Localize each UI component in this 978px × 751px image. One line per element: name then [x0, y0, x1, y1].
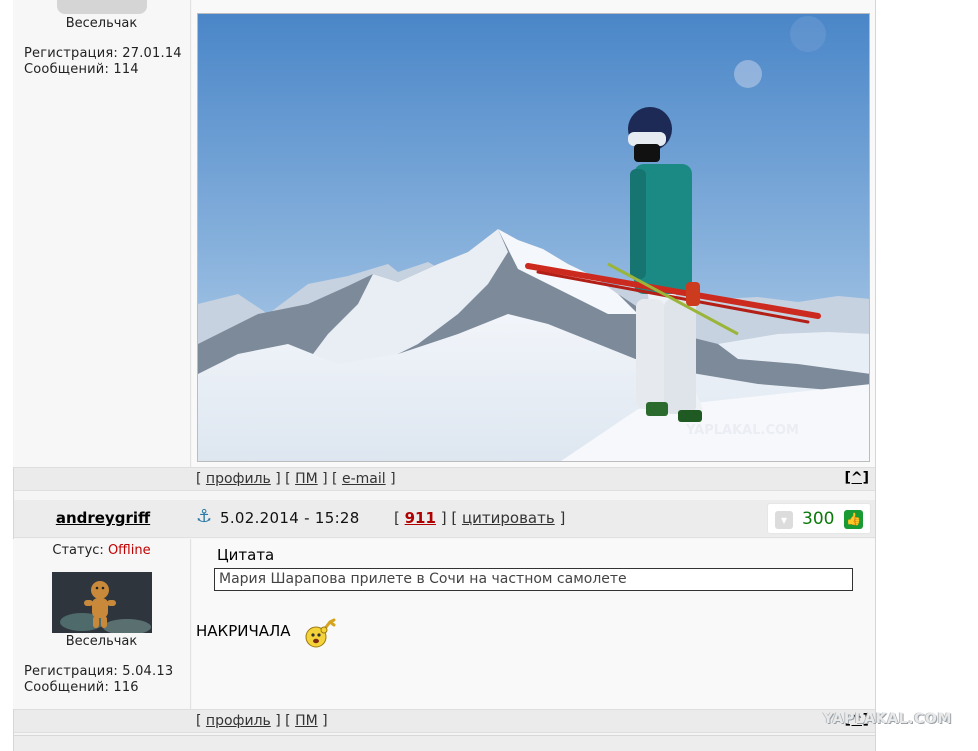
site-watermark: YAPLAKAL.COM — [823, 711, 952, 727]
avatar[interactable] — [51, 572, 152, 633]
status-label: Статус: — [52, 543, 108, 558]
smiley-icon — [303, 616, 339, 650]
next-post-edge — [14, 735, 875, 751]
author-name[interactable]: andreygriff — [14, 509, 192, 527]
post2-header: andreygriff ⚓ 5.02.2014 - 15:28 [ 911 ] … — [14, 500, 875, 538]
bracket: ] [ — [270, 713, 296, 729]
profile-link[interactable]: профиль — [206, 471, 271, 487]
post1-user-panel: Весельчак Регистрация: 27.01.14 Сообщени… — [13, 0, 191, 467]
status-offline: Offline — [107, 543, 151, 558]
post2-footer-links: [ профиль ] [ ПМ ] — [196, 713, 328, 729]
email-link[interactable]: e-mail — [342, 471, 386, 487]
post1-footer-links: [ профиль ] [ ПМ ] [ e-mail ] — [196, 471, 396, 487]
anchor-icon[interactable]: ⚓ — [196, 506, 212, 527]
post2-messages: Сообщений: 116 — [24, 680, 139, 695]
quote-box: Мария Шарапова прилете в Сочи на частном… — [214, 568, 853, 591]
quote-title: Цитата — [217, 546, 275, 564]
bracket: ] — [554, 509, 566, 527]
post-number-link[interactable]: 911 — [405, 509, 436, 527]
post-date: 5.02.2014 - 15:28 — [220, 509, 360, 527]
photo-watermark: YAPLAKAL.COM — [685, 423, 799, 438]
post1-stats: Регистрация: 27.01.14 Сообщений: 114 — [13, 46, 190, 78]
post1-rank: Весельчак — [65, 16, 138, 31]
post1-registration: Регистрация: 27.01.14 — [24, 46, 182, 61]
bracket: [ — [196, 471, 206, 487]
scroll-top-button[interactable]: [^] — [844, 470, 869, 486]
bracket: ] [ — [270, 471, 296, 487]
post1-messages: Сообщений: 114 — [24, 62, 139, 77]
post-actions: [ 911 ] [ цитировать ] — [394, 509, 565, 527]
post1-avatar-edge — [56, 0, 147, 14]
pm-link[interactable]: ПМ — [295, 471, 318, 487]
quote-link[interactable]: цитировать — [462, 509, 555, 527]
bracket: ] [ — [317, 471, 342, 487]
gingerbread-avatar-icon — [51, 572, 152, 633]
bracket: ] [ — [435, 509, 462, 527]
post2-rank: Весельчак — [65, 634, 138, 649]
post2-user-panel: Статус: Offline Весельчак Регистрация: 5… — [13, 539, 191, 709]
user-status: Статус: Offline — [13, 543, 190, 558]
bracket: ] — [317, 713, 328, 729]
profile-link[interactable]: профиль — [206, 713, 271, 729]
post-image[interactable]: YAPLAKAL.COM — [197, 13, 870, 462]
ski-mountain-photo: YAPLAKAL.COM — [198, 14, 869, 461]
rating-value: 300 — [802, 509, 835, 529]
bracket: [ — [196, 713, 206, 729]
post2-stats: Регистрация: 5.04.13 Сообщений: 116 — [13, 664, 190, 696]
bracket: ] — [385, 471, 396, 487]
post2-content — [192, 539, 875, 709]
bracket: [ — [394, 509, 405, 527]
post1-footer-bar: [ профиль ] [ ПМ ] [ e-mail ] [^] — [14, 467, 875, 491]
rating-box: ▾ 300 👍 — [767, 503, 871, 534]
post2-footer-bar: [ профиль ] [ ПМ ] [^] — [14, 709, 875, 733]
thumbs-up-icon[interactable]: 👍 — [844, 510, 863, 529]
pm-link[interactable]: ПМ — [295, 713, 318, 729]
rate-down-icon[interactable]: ▾ — [775, 511, 793, 529]
post2-registration: Регистрация: 5.04.13 — [24, 664, 174, 679]
post-text: НАКРИЧАЛА — [196, 622, 291, 640]
